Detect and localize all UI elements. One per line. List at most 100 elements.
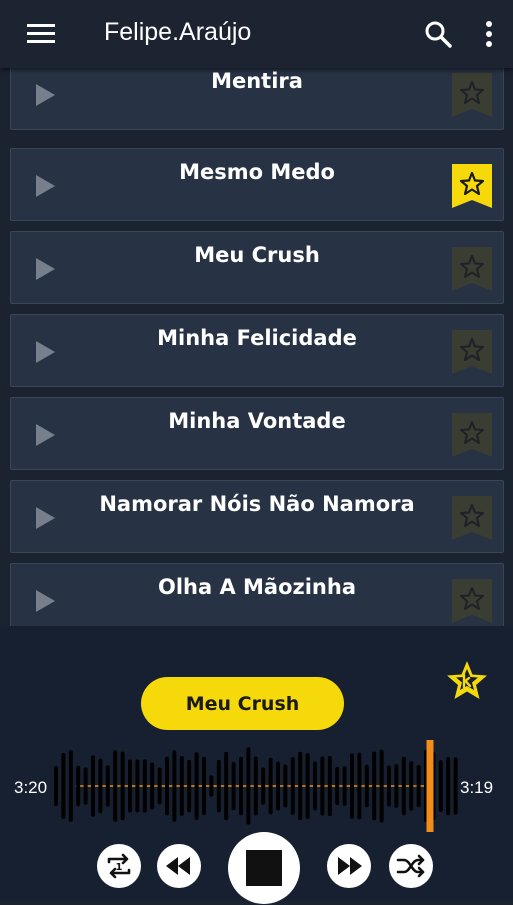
waveform-bar (335, 766, 340, 806)
stop-button[interactable] (227, 831, 301, 905)
svg-text:1: 1 (116, 862, 123, 873)
song-title: Namorar Nóis Não Namora (99, 492, 415, 516)
app-bar: Felipe.Araújo (0, 0, 513, 68)
waveform-bar (276, 761, 280, 811)
waveform-bar (172, 750, 177, 822)
waveform-bar (105, 765, 110, 807)
waveform-bar (305, 753, 310, 819)
favorite-star-icon[interactable] (450, 411, 494, 459)
song-title: Meu Crush (194, 243, 320, 267)
waveform-bar (231, 761, 236, 811)
waveform-bar (179, 756, 184, 816)
waveform-bar (416, 765, 421, 808)
waveform-bar (409, 761, 414, 811)
player-panel: Meu Crush 3:20 3:19 1 (0, 626, 513, 904)
song-title: Mentira (211, 69, 303, 93)
song-card[interactable]: Namorar Nóis Não Namora (10, 480, 504, 553)
elapsed-time: 3:20 (14, 778, 48, 797)
waveform-bar (142, 759, 147, 813)
waveform-bar (350, 753, 354, 819)
favorite-star-icon[interactable] (445, 659, 489, 701)
repeat-one-icon[interactable]: 1 (96, 843, 142, 889)
favorite-star-icon[interactable] (450, 245, 494, 293)
fast-forward-icon[interactable] (326, 843, 372, 889)
play-icon[interactable] (34, 423, 56, 447)
song-card[interactable]: Minha Vontade (10, 397, 504, 470)
song-title: Mesmo Medo (179, 160, 335, 184)
song-card[interactable]: Olha A Mãozinha (10, 563, 504, 626)
waveform-bar (394, 764, 399, 808)
waveform-bar (298, 751, 303, 821)
search-icon[interactable] (424, 20, 452, 48)
play-icon[interactable] (34, 340, 56, 364)
waveform-bar (216, 759, 221, 813)
waveform-bar (61, 753, 66, 819)
favorite-star-icon[interactable] (450, 71, 494, 119)
now-playing-button[interactable]: Meu Crush (141, 677, 344, 730)
waveform-bar (120, 751, 125, 821)
waveform-bar (438, 760, 443, 812)
song-card[interactable]: Minha Felicidade (10, 314, 504, 387)
menu-icon[interactable] (26, 21, 56, 47)
waveform-bar (246, 747, 251, 825)
waveform-bar (283, 764, 288, 808)
more-options-icon[interactable] (478, 20, 500, 48)
waveform-bar (401, 756, 406, 816)
waveform-bar (453, 757, 458, 815)
waveform-bar (83, 767, 88, 805)
waveform-bar (253, 756, 258, 816)
waveform-bar (202, 756, 206, 816)
song-card[interactable]: Mesmo Medo (10, 148, 504, 221)
progress-marker[interactable] (426, 740, 434, 832)
favorite-star-icon[interactable] (450, 577, 494, 625)
waveform-bar (187, 759, 192, 813)
play-icon[interactable] (34, 174, 56, 198)
song-title: Minha Felicidade (157, 326, 357, 350)
play-icon[interactable] (34, 506, 56, 530)
waveform-bar (379, 749, 384, 823)
song-card[interactable]: Meu Crush (10, 231, 504, 304)
remaining-time: 3:19 (460, 778, 494, 797)
waveform-bar (98, 758, 103, 814)
waveform-bar (268, 757, 273, 815)
waveform-bar (357, 752, 362, 820)
waveform-bar (76, 765, 81, 807)
favorite-star-icon[interactable] (450, 328, 494, 376)
waveform-seekbar[interactable] (50, 740, 462, 832)
waveform-bar (113, 750, 118, 822)
waveform-bar (128, 759, 132, 813)
song-list: Mentira Mesmo Medo Meu Crush Minha Felic… (0, 68, 513, 626)
waveform-bar (135, 759, 140, 813)
waveform-bar (387, 765, 391, 807)
waveform-bar (320, 756, 325, 816)
waveform-bar (342, 766, 347, 806)
waveform-bar (364, 764, 369, 808)
waveform-bar (290, 757, 295, 815)
waveform-bar (194, 752, 199, 820)
waveform-bar (54, 766, 58, 806)
waveform-bar (261, 767, 266, 805)
play-icon[interactable] (34, 257, 56, 281)
waveform-bar (327, 756, 332, 817)
waveform-bar (91, 755, 95, 817)
waveform-bar (150, 762, 155, 810)
app-title: Felipe.Araújo (104, 18, 252, 46)
play-icon[interactable] (34, 589, 56, 613)
song-card[interactable]: Mentira (10, 68, 504, 130)
waveform-bar (446, 756, 451, 816)
favorite-star-icon[interactable] (450, 494, 494, 542)
waveform-bar (68, 750, 73, 822)
waveform-bar (372, 751, 377, 821)
rewind-icon[interactable] (156, 843, 202, 889)
waveform-bar (224, 751, 229, 821)
favorite-star-icon[interactable] (450, 162, 494, 210)
song-title: Minha Vontade (168, 409, 346, 433)
waveform-bar (165, 756, 169, 816)
waveform-bar (157, 767, 162, 805)
waveform-bar (209, 775, 214, 797)
play-icon[interactable] (34, 83, 56, 107)
waveform-bar (313, 761, 317, 811)
waveform-bar (239, 756, 243, 816)
shuffle-icon[interactable] (388, 843, 434, 889)
song-title: Olha A Mãozinha (157, 575, 357, 599)
